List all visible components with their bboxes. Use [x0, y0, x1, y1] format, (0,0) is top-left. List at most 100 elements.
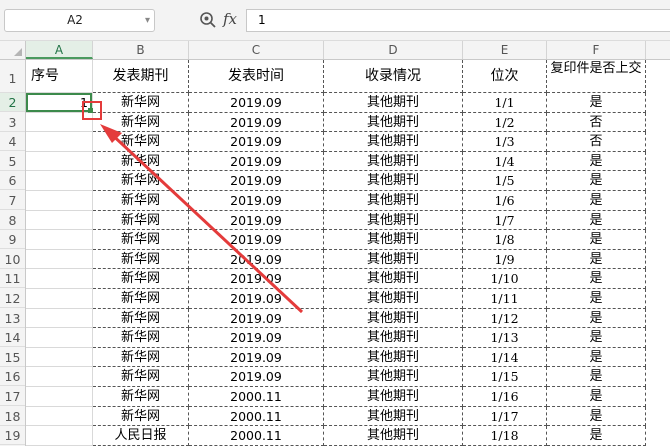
cell-date[interactable]: 2019.09	[189, 210, 324, 231]
fx-icon[interactable]: fx	[223, 9, 237, 29]
cell-index[interactable]: 其他期刊	[324, 230, 463, 250]
header-cell-date[interactable]: 发表时间	[189, 60, 324, 93]
header-cell-journal[interactable]: 发表期刊	[93, 60, 189, 93]
cell-copy[interactable]: 否	[547, 132, 646, 152]
cell-seq[interactable]	[26, 191, 93, 211]
cell-rank[interactable]: 1/17	[463, 406, 547, 427]
cell-copy[interactable]: 是	[547, 328, 646, 348]
cell-index[interactable]: 其他期刊	[324, 387, 463, 407]
cell-journal[interactable]: 新华网	[93, 93, 189, 113]
cell-date[interactable]: 2019.09	[189, 171, 324, 191]
column-header-b[interactable]: B	[93, 41, 189, 59]
cell-seq[interactable]	[26, 387, 93, 407]
cell-rank[interactable]: 1/9	[463, 249, 547, 270]
cell-seq[interactable]	[26, 426, 93, 446]
cell-rank[interactable]: 1/6	[463, 191, 547, 211]
cell-copy[interactable]: 是	[547, 151, 646, 172]
cell-seq[interactable]	[26, 151, 93, 172]
cell-seq[interactable]	[26, 308, 93, 329]
cell-journal[interactable]: 新华网	[93, 191, 189, 211]
cell-copy[interactable]: 是	[547, 347, 646, 368]
select-all-icon[interactable]	[0, 41, 26, 59]
cell-journal[interactable]: 新华网	[93, 151, 189, 172]
row-header-17[interactable]: 17	[0, 387, 25, 406]
cell-rank[interactable]: 1/8	[463, 230, 547, 250]
cell-journal[interactable]: 新华网	[93, 347, 189, 368]
row-header-14[interactable]: 14	[0, 328, 25, 348]
cell-index[interactable]: 其他期刊	[324, 151, 463, 172]
cell-rank[interactable]: 1/2	[463, 112, 547, 133]
zoom-formula-icon[interactable]	[199, 11, 217, 29]
cell-copy[interactable]: 是	[547, 230, 646, 250]
cell-journal[interactable]: 新华网	[93, 171, 189, 191]
cell-date[interactable]: 2000.11	[189, 387, 324, 407]
cell-index[interactable]: 其他期刊	[324, 289, 463, 309]
cell-copy[interactable]: 是	[547, 171, 646, 191]
cell-date[interactable]: 2019.09	[189, 93, 324, 113]
cell-journal[interactable]: 新华网	[93, 230, 189, 250]
cell-date[interactable]: 2019.09	[189, 230, 324, 250]
cell-journal[interactable]: 新华网	[93, 289, 189, 309]
cell-seq[interactable]	[26, 347, 93, 368]
cell-seq[interactable]	[26, 269, 93, 289]
cell-rank[interactable]: 1/11	[463, 289, 547, 309]
cell-index[interactable]: 其他期刊	[324, 191, 463, 211]
cell-journal[interactable]: 新华网	[93, 387, 189, 407]
row-header-7[interactable]: 7	[0, 191, 25, 210]
column-header-a[interactable]: A	[26, 41, 93, 59]
cell-journal[interactable]: 新华网	[93, 112, 189, 133]
name-box[interactable]: A2 ▾	[4, 9, 155, 32]
cell-copy[interactable]: 是	[547, 426, 646, 446]
spreadsheet-grid[interactable]: 序号 发表期刊 发表时间 收录情况 位次 复印件是否上交 1 新华网 2019.09…	[26, 60, 670, 446]
cell-index[interactable]: 其他期刊	[324, 132, 463, 152]
column-header-f[interactable]: F	[547, 41, 646, 59]
cell-seq[interactable]	[26, 171, 93, 191]
dropdown-caret-icon[interactable]: ▾	[145, 12, 150, 29]
cell-date[interactable]: 2019.09	[189, 269, 324, 289]
column-header-d[interactable]: D	[324, 41, 463, 59]
cell-rank[interactable]: 1/14	[463, 347, 547, 368]
cell-journal[interactable]: 新华网	[93, 249, 189, 270]
cell-date[interactable]: 2019.09	[189, 308, 324, 329]
row-header-16[interactable]: 16	[0, 367, 25, 387]
cell-journal[interactable]: 新华网	[93, 269, 189, 289]
row-header-10[interactable]: 10	[0, 250, 25, 269]
row-header-4[interactable]: 4	[0, 132, 25, 152]
cell-index[interactable]: 其他期刊	[324, 171, 463, 191]
row-header-2[interactable]: 2	[0, 93, 25, 112]
cell-index[interactable]: 其他期刊	[324, 347, 463, 368]
cell-date[interactable]: 2019.09	[189, 151, 324, 172]
cell-journal[interactable]: 人民日报	[93, 426, 189, 446]
cell-seq[interactable]	[26, 289, 93, 309]
cell-journal[interactable]: 新华网	[93, 210, 189, 231]
formula-input[interactable]: 1	[246, 9, 670, 32]
cell-index[interactable]: 其他期刊	[324, 308, 463, 329]
cell-rank[interactable]: 1/5	[463, 171, 547, 191]
cell-seq[interactable]	[26, 406, 93, 427]
cell-index[interactable]: 其他期刊	[324, 249, 463, 270]
row-header-9[interactable]: 9	[0, 230, 25, 250]
row-header-13[interactable]: 13	[0, 309, 25, 328]
cell-journal[interactable]: 新华网	[93, 308, 189, 329]
cell-index[interactable]: 其他期刊	[324, 269, 463, 289]
header-cell-copy[interactable]: 复印件是否上交	[547, 60, 646, 93]
cell-index[interactable]: 其他期刊	[324, 367, 463, 387]
cell-rank[interactable]: 1/3	[463, 132, 547, 152]
row-header-5[interactable]: 5	[0, 152, 25, 171]
header-cell-seq[interactable]: 序号	[26, 60, 93, 93]
cell-copy[interactable]: 是	[547, 387, 646, 407]
cell-date[interactable]: 2019.09	[189, 328, 324, 348]
cell-copy[interactable]: 是	[547, 269, 646, 289]
cell-rank[interactable]: 1/12	[463, 308, 547, 329]
cell-copy[interactable]: 是	[547, 93, 646, 113]
cell-seq[interactable]	[26, 367, 93, 387]
cell-date[interactable]: 2019.09	[189, 249, 324, 270]
cell-index[interactable]: 其他期刊	[324, 112, 463, 133]
cell-rank[interactable]: 1/15	[463, 367, 547, 387]
cell-date[interactable]: 2019.09	[189, 367, 324, 387]
cell-copy[interactable]: 是	[547, 367, 646, 387]
cell-rank[interactable]: 1/1	[463, 93, 547, 113]
cell-date[interactable]: 2000.11	[189, 426, 324, 446]
cell-seq[interactable]	[26, 249, 93, 270]
cell-date[interactable]: 2019.09	[189, 289, 324, 309]
